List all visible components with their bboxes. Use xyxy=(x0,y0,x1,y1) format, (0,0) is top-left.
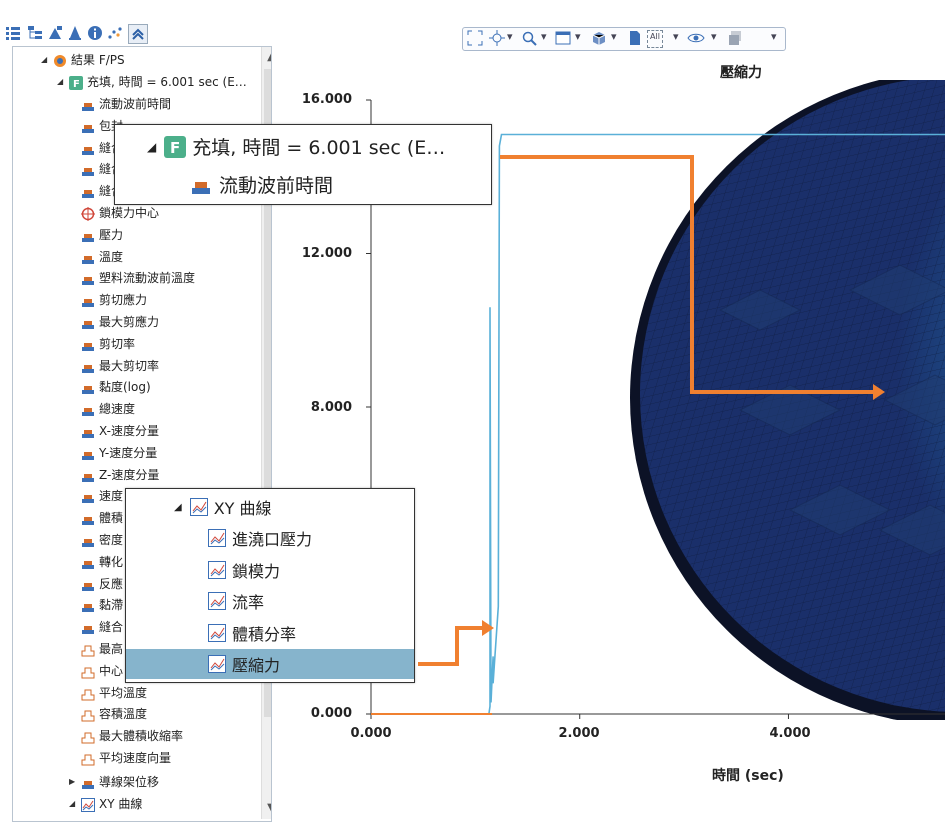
x-axis-label: 時間 (sec) xyxy=(712,768,784,784)
fill-f-icon: F xyxy=(164,135,187,158)
zoom-callout-xy: ◢ XY 曲線 進澆口壓力鎖模力流率體積分率壓縮力 xyxy=(125,488,415,683)
y-tick-label: 8.000 xyxy=(310,400,352,415)
y-tick-label: 0.000 xyxy=(310,706,352,721)
y-tick-label: 16.000 xyxy=(301,92,352,107)
zoom-fill-label: 充填, 時間 = 6.001 sec (E… xyxy=(192,137,446,159)
x-tick-label: 2.000 xyxy=(558,726,600,741)
expand-triangle-icon[interactable]: ◢ xyxy=(174,502,182,513)
callout-arrowhead-bottom xyxy=(482,620,494,636)
zoom-xy-item[interactable]: 體積分率 xyxy=(126,618,414,648)
zoom-xy-item[interactable]: 流率 xyxy=(126,586,414,616)
zoom-child-label: 流動波前時間 xyxy=(219,175,334,197)
zoom-fill-node[interactable]: ◢ F 充填, 時間 = 6.001 sec (E… xyxy=(147,133,445,160)
callout-arrow-bottom xyxy=(418,626,484,666)
zoom-xy-item-label: 鎖模力 xyxy=(232,561,281,581)
zoom-xy-label: XY 曲線 xyxy=(213,499,272,518)
xy-plot-icon xyxy=(208,560,226,579)
xy-plot-icon xyxy=(208,655,226,673)
zoom-xy-item-label: 流率 xyxy=(232,593,265,612)
xy-plot-icon xyxy=(208,529,226,547)
zoom-xy-item[interactable]: 鎖模力 xyxy=(126,555,414,585)
y-tick-label: 12.000 xyxy=(301,246,352,261)
callout-arrow-top xyxy=(500,155,875,394)
result-icon xyxy=(191,175,211,195)
zoom-xy-item[interactable]: 進澆口壓力 xyxy=(126,523,414,553)
zoom-xy-item-label: 進澆口壓力 xyxy=(232,530,313,549)
svg-text:F: F xyxy=(170,139,180,157)
x-tick-label: 4.000 xyxy=(769,726,811,741)
callout-arrowhead-top xyxy=(873,384,885,400)
xy-plot-icon xyxy=(208,623,226,642)
xy-plot-icon xyxy=(189,498,208,516)
zoom-xy-node[interactable]: ◢ XY 曲線 xyxy=(174,495,272,519)
zoom-child-node[interactable]: 流動波前時間 xyxy=(191,171,333,198)
xy-plot-icon xyxy=(208,592,226,610)
zoom-xy-item-label: 體積分率 xyxy=(232,624,297,644)
expand-triangle-icon[interactable]: ◢ xyxy=(147,140,156,154)
zoom-xy-item[interactable]: 壓縮力 xyxy=(126,649,414,679)
x-tick-label: 0.000 xyxy=(350,726,392,741)
zoom-xy-item-label: 壓縮力 xyxy=(232,656,281,675)
zoom-callout-fill: ◢ F 充填, 時間 = 6.001 sec (E… 流動波前時間 xyxy=(114,124,492,205)
